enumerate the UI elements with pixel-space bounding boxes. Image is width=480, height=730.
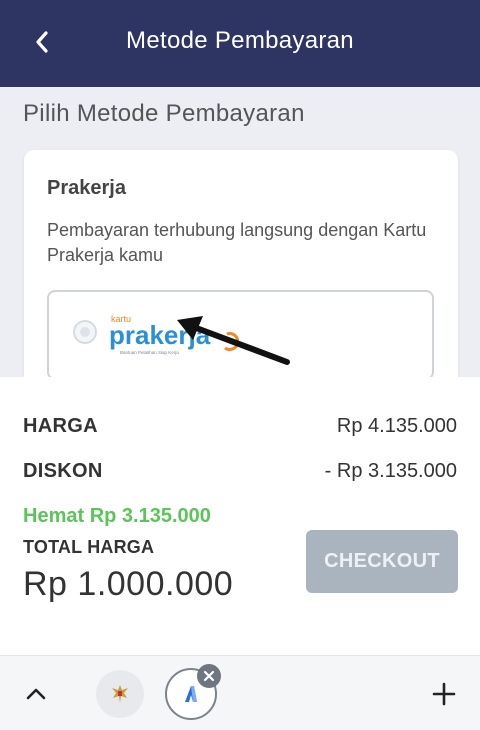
- prakerja-payment-option[interactable]: kartu prakerja Bantuan Pelatihan Siap Ke…: [47, 290, 434, 377]
- payment-card-title: Prakerja: [47, 177, 126, 199]
- diskon-label: DISKON: [23, 460, 103, 482]
- add-button[interactable]: [428, 678, 460, 710]
- plus-icon: [432, 682, 456, 706]
- app-bar: Metode Pembayaran: [0, 0, 480, 87]
- price-summary: HARGA Rp 4.135.000 DISKON - Rp 3.135.000…: [0, 377, 480, 655]
- total-label: TOTAL HARGA: [23, 537, 155, 557]
- harga-label: HARGA: [23, 415, 98, 437]
- payment-card-description: Pembayaran terhubung langsung dengan Kar…: [47, 220, 427, 265]
- garuda-emblem-icon: [112, 685, 128, 703]
- payment-card-prakerja: Prakerja Pembayaran terhubung langsung d…: [24, 150, 458, 377]
- savings-text: Hemat Rp 3.135.000: [23, 505, 211, 527]
- payment-method-content: Pilih Metode Pembayaran Prakerja Pembaya…: [0, 87, 480, 377]
- checkout-button[interactable]: CHECKOUT: [306, 530, 458, 593]
- harga-value: Rp 4.135.000: [336, 415, 457, 437]
- chevron-up-icon: [26, 688, 46, 700]
- total-value: Rp 1.000.000: [23, 565, 234, 603]
- pointer-arrow-icon: [177, 316, 290, 365]
- app-icon: [185, 686, 197, 702]
- garuda-emblem-button[interactable]: [96, 670, 144, 718]
- bottom-bar: [0, 655, 480, 730]
- close-bubble-button[interactable]: [197, 664, 221, 688]
- payment-option-radio[interactable]: [73, 320, 97, 344]
- page-title: Metode Pembayaran: [126, 27, 354, 54]
- close-icon: [203, 670, 215, 682]
- section-title: Pilih Metode Pembayaran: [23, 100, 305, 127]
- diskon-value: - Rp 3.135.000: [324, 460, 457, 482]
- expand-button[interactable]: [20, 678, 52, 710]
